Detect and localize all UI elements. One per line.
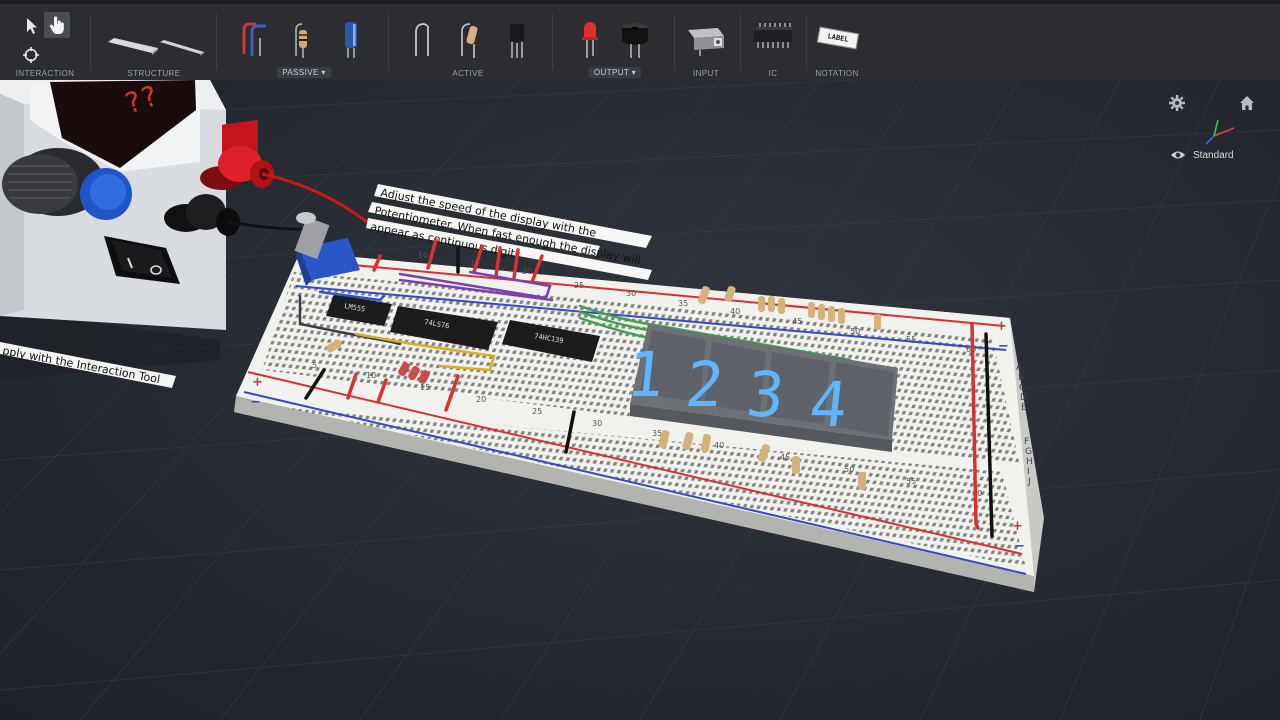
notation-group: LABEL NOTATION xyxy=(810,8,864,80)
target-tool-icon[interactable] xyxy=(22,46,40,64)
toolbar-divider xyxy=(740,14,741,70)
display-digit: 1 xyxy=(623,338,668,411)
col-number: 30 xyxy=(592,419,602,428)
col-number: 10 xyxy=(366,371,376,380)
input-group: INPUT xyxy=(680,8,732,80)
row-letter: B xyxy=(1018,373,1024,383)
col-number: 55 xyxy=(906,335,916,344)
col-number: 15 xyxy=(420,383,430,392)
ic-label: IC xyxy=(768,69,778,78)
notation-label: NOTATION xyxy=(815,69,859,78)
interaction-label: INTERACTION xyxy=(15,69,75,78)
col-number: 45 xyxy=(792,317,802,326)
hand-tool-icon[interactable] xyxy=(44,12,70,38)
structure-label: STRUCTURE xyxy=(127,69,181,78)
active-group: ACTIVE xyxy=(398,8,538,80)
row-letter: A xyxy=(1016,363,1023,373)
structure-group: STRUCTURE xyxy=(100,8,208,80)
col-number: 25 xyxy=(532,407,542,416)
rail-minus-sign: − xyxy=(1014,539,1025,554)
toolbar-divider xyxy=(806,14,807,70)
row-letter: G xyxy=(1025,447,1032,457)
display-digit: 3 xyxy=(743,358,788,431)
output-label: OUTPUT xyxy=(593,68,630,77)
col-number: 35 xyxy=(678,299,688,308)
col-number: 20 xyxy=(522,267,532,276)
ic-chip-tool-icon[interactable] xyxy=(750,16,796,60)
buzzer-tool-icon[interactable] xyxy=(618,16,652,60)
col-number: 40 xyxy=(730,307,740,316)
toolbar-divider xyxy=(216,14,217,70)
active-label: ACTIVE xyxy=(452,69,484,78)
select-tool-icon[interactable] xyxy=(22,16,40,36)
col-number: 30 xyxy=(626,289,636,298)
col-number: 5 xyxy=(312,361,317,370)
rail-plus-sign: + xyxy=(252,375,263,390)
row-letter: E xyxy=(1021,403,1027,413)
row-letter: F xyxy=(1024,437,1029,447)
breadboard-tool-icon[interactable] xyxy=(106,16,206,60)
col-number: 45 xyxy=(780,453,790,462)
chevron-down-icon: ▾ xyxy=(321,68,326,77)
row-letter: J xyxy=(1027,477,1031,487)
chevron-down-icon: ▾ xyxy=(631,68,637,77)
label-chip-text: LABEL xyxy=(826,32,850,44)
col-number: 25 xyxy=(574,281,584,290)
breadboard[interactable]: 10 15 20 25 30 35 40 45 50 55 60 5 10 15… xyxy=(0,80,1280,720)
led-tool-icon[interactable] xyxy=(578,16,602,60)
col-number: 20 xyxy=(476,395,486,404)
output-dropdown[interactable]: OUTPUT ▾ xyxy=(588,67,642,78)
passive-group: PASSIVE ▾ xyxy=(226,8,382,80)
passive-label: PASSIVE xyxy=(282,68,319,77)
label-tool-icon[interactable]: LABEL xyxy=(816,26,860,50)
row-letter: I xyxy=(1027,467,1030,477)
ic-group: IC xyxy=(746,8,800,80)
col-number: 10 xyxy=(418,251,428,260)
transistor-tool-icon[interactable] xyxy=(502,16,532,60)
output-group: OUTPUT ▾ xyxy=(560,8,670,80)
resistor-tool-icon[interactable] xyxy=(286,16,316,60)
component-toolbar: INTERACTION STRUCTURE PASSIVE ▾ ACTIVE O… xyxy=(0,0,1280,80)
rail-minus-sign: − xyxy=(250,395,261,410)
row-letter: C xyxy=(1019,383,1025,393)
rail-plus-sign: + xyxy=(1012,519,1023,534)
col-number: 55 xyxy=(906,477,916,486)
rail-minus-sign: − xyxy=(998,339,1009,354)
row-letter: H xyxy=(1026,457,1033,467)
resistor-variant-tool-icon[interactable] xyxy=(454,16,484,60)
passive-dropdown[interactable]: PASSIVE ▾ xyxy=(277,67,331,78)
col-number: 40 xyxy=(714,441,724,450)
capacitor-tool-icon[interactable] xyxy=(336,16,366,60)
display-digit: 2 xyxy=(682,348,727,421)
row-letter: D xyxy=(1020,393,1027,403)
input-label: INPUT xyxy=(693,69,719,78)
diode-tool-icon[interactable] xyxy=(406,16,436,60)
display-digit: 4 xyxy=(806,368,851,441)
col-number: 50 xyxy=(844,465,854,474)
toolbar-divider xyxy=(90,14,91,70)
interaction-group: INTERACTION xyxy=(12,8,78,80)
toolbar-divider xyxy=(552,14,553,70)
wire-tool-icon[interactable] xyxy=(236,16,272,60)
circuit-workspace[interactable]: Standard ?? pply with the Interaction To… xyxy=(0,80,1280,720)
toolbar-divider xyxy=(674,14,675,70)
switch-tool-icon[interactable] xyxy=(684,16,728,60)
rail-plus-sign: + xyxy=(996,319,1007,334)
col-number: 50 xyxy=(850,327,860,336)
toolbar-divider xyxy=(388,14,389,70)
